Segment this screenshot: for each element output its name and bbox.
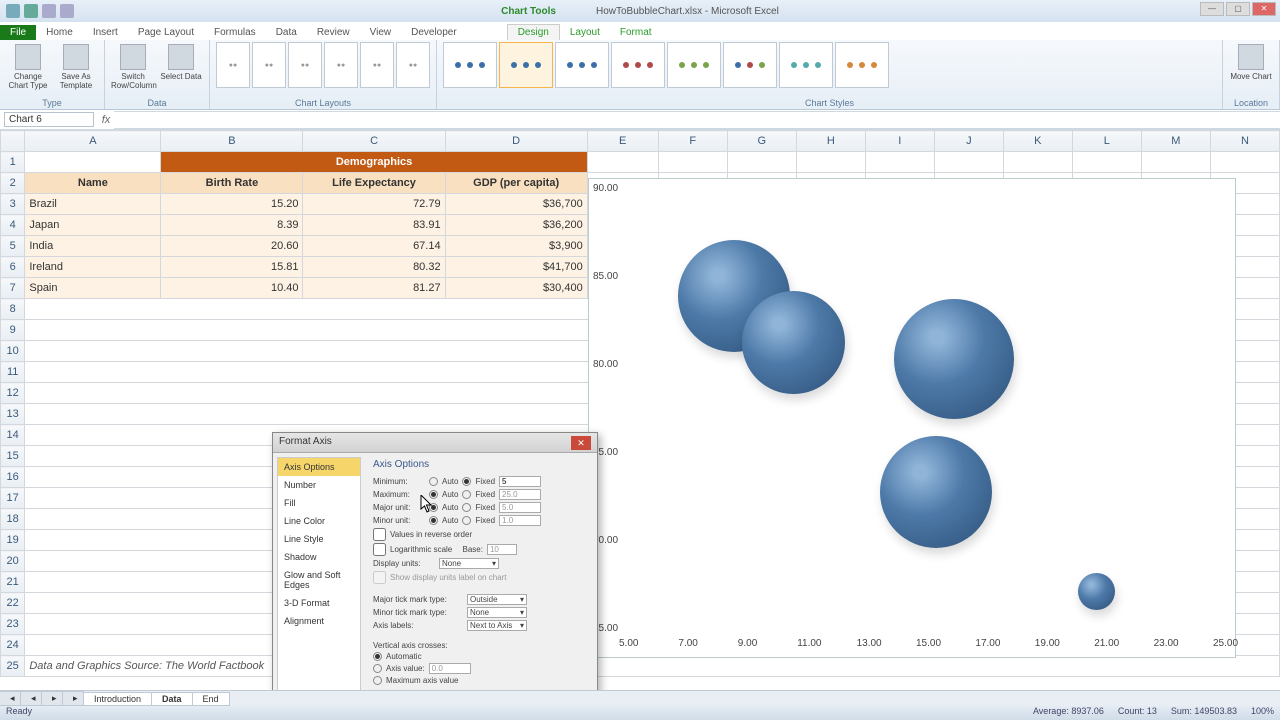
save-icon[interactable] <box>24 4 38 18</box>
x-tick: 21.00 <box>1094 638 1119 649</box>
min-auto-radio[interactable] <box>429 477 438 486</box>
excel-icon <box>6 4 20 18</box>
change-chart-type-button[interactable]: Change Chart Type <box>6 42 50 90</box>
axis-labels-select[interactable]: Next to Axis▾ <box>467 620 527 631</box>
zoom-level[interactable]: 100% <box>1251 706 1274 720</box>
switch-row-column-button[interactable]: Switch Row/Column <box>111 42 155 90</box>
name-box[interactable]: Chart 6 <box>4 112 94 127</box>
sheet-end[interactable]: End <box>192 692 230 706</box>
x-tick: 23.00 <box>1154 638 1179 649</box>
min-fixed-radio[interactable] <box>462 477 471 486</box>
x-tick: 11.00 <box>797 638 821 649</box>
log-check[interactable] <box>373 543 386 556</box>
move-chart-button[interactable]: Move Chart <box>1229 42 1273 81</box>
max-fixed-radio[interactable] <box>462 490 471 499</box>
select-data-button[interactable]: Select Data <box>159 42 203 81</box>
tab-file[interactable]: File <box>0 25 36 40</box>
fx-icon[interactable]: fx <box>98 114 114 126</box>
tab-page-layout[interactable]: Page Layout <box>128 25 204 40</box>
app-title: HowToBubbleChart.xlsx - Microsoft Excel <box>596 6 779 17</box>
sheet-data[interactable]: Data <box>151 692 193 706</box>
tab-layout[interactable]: Layout <box>560 25 610 40</box>
max-auto-radio[interactable] <box>429 490 438 499</box>
group-location: Location <box>1229 98 1273 109</box>
min-input[interactable] <box>499 476 541 487</box>
tab-format[interactable]: Format <box>610 25 662 40</box>
formula-bar: Chart 6 fx <box>0 110 1280 130</box>
quick-access-toolbar <box>0 4 74 18</box>
bubble-spain[interactable] <box>742 291 844 393</box>
chart-layouts-gallery[interactable]: ●●●●●● ●●●●●● <box>216 42 430 88</box>
sheet-tabs[interactable]: ◂◂▸▸ Introduction Data End <box>0 690 1280 706</box>
chart-styles-gallery[interactable] <box>443 42 1216 88</box>
maximize-icon[interactable]: ▢ <box>1226 2 1250 16</box>
dialog-title: Format Axis <box>279 436 332 449</box>
x-tick: 19.00 <box>1035 638 1060 649</box>
chart-tools-label: Chart Tools <box>501 6 556 17</box>
x-tick: 5.00 <box>619 638 638 649</box>
sheet-intro[interactable]: Introduction <box>83 692 152 706</box>
worksheet-grid[interactable]: ABCDEFGHIJKLMN 1Demographics 2NameBirth … <box>0 130 1280 700</box>
format-axis-dialog: Format Axis ✕ Axis Options NumberFill Li… <box>272 432 598 700</box>
bubble-ireland[interactable] <box>894 299 1014 419</box>
y-tick: 80.00 <box>593 359 618 370</box>
undo-icon[interactable] <box>42 4 56 18</box>
group-styles: Chart Styles <box>443 98 1216 109</box>
status-bar: Ready Average: 8937.06 Count: 13 Sum: 14… <box>0 706 1280 720</box>
save-template-button[interactable]: Save As Template <box>54 42 98 90</box>
group-data: Data <box>111 98 203 109</box>
x-tick: 7.00 <box>678 638 697 649</box>
tab-insert[interactable]: Insert <box>83 25 128 40</box>
x-tick: 17.00 <box>975 638 1000 649</box>
bubble-brazil[interactable] <box>880 436 993 549</box>
x-tick: 13.00 <box>857 638 882 649</box>
max-input[interactable] <box>499 489 541 500</box>
group-layouts: Chart Layouts <box>216 98 430 109</box>
tab-formulas[interactable]: Formulas <box>204 25 266 40</box>
tab-home[interactable]: Home <box>36 25 83 40</box>
formula-input[interactable] <box>114 111 1280 129</box>
x-tick: 15.00 <box>916 638 941 649</box>
y-tick: 85.00 <box>593 271 618 282</box>
tab-review[interactable]: Review <box>307 25 360 40</box>
dialog-nav[interactable]: Axis Options NumberFill Line ColorLine S… <box>277 457 361 700</box>
close-icon[interactable]: ✕ <box>1252 2 1276 16</box>
ribbon-tabs: File Home Insert Page Layout Formulas Da… <box>0 22 1280 40</box>
display-units-select[interactable]: None▾ <box>439 558 499 569</box>
y-tick: 90.00 <box>593 183 618 194</box>
major-tick-select[interactable]: Outside▾ <box>467 594 527 605</box>
group-type: Type <box>6 98 98 109</box>
select-all[interactable] <box>1 131 25 152</box>
bubble-india[interactable] <box>1078 573 1115 610</box>
tab-developer[interactable]: Developer <box>401 25 467 40</box>
reverse-check[interactable] <box>373 528 386 541</box>
ribbon: Change Chart Type Save As Template Type … <box>0 40 1280 110</box>
title-bar: Chart Tools HowToBubbleChart.xlsx - Micr… <box>0 0 1280 22</box>
tab-view[interactable]: View <box>360 25 402 40</box>
panel-title: Axis Options <box>373 459 589 470</box>
x-tick: 25.00 <box>1213 638 1238 649</box>
minimize-icon[interactable]: — <box>1200 2 1224 16</box>
tab-design[interactable]: Design <box>507 24 560 40</box>
status-ready: Ready <box>6 706 32 720</box>
bubble-chart[interactable]: 90.0085.0080.0075.0070.0065.005.007.009.… <box>588 178 1236 658</box>
redo-icon[interactable] <box>60 4 74 18</box>
tab-data[interactable]: Data <box>266 25 307 40</box>
minor-tick-select[interactable]: None▾ <box>467 607 527 618</box>
merged-header[interactable]: Demographics <box>161 152 587 173</box>
dialog-close-icon[interactable]: ✕ <box>571 436 591 450</box>
x-tick: 9.00 <box>738 638 757 649</box>
